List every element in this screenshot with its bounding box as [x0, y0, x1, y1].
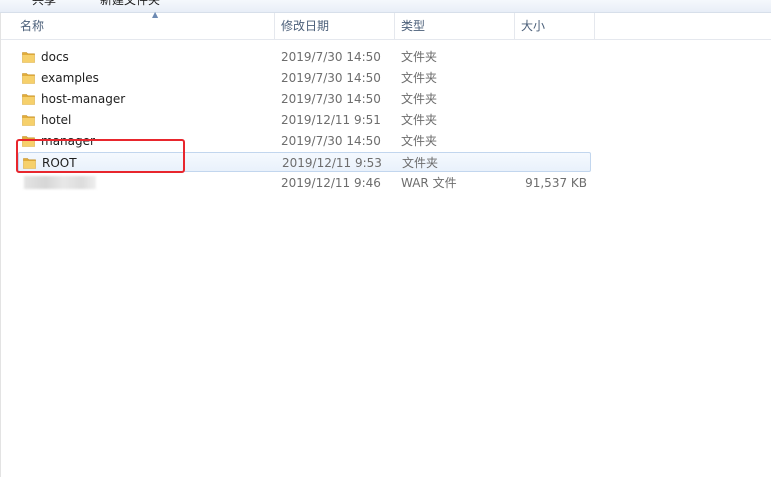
- file-date: 2019/12/11 9:51: [281, 113, 381, 127]
- file-date: 2019/7/30 14:50: [281, 50, 381, 64]
- folder-icon: [22, 115, 35, 126]
- file-name: docs: [41, 50, 69, 64]
- file-row-root[interactable]: ROOT 2019/12/11 9:53 文件夹: [18, 152, 591, 172]
- file-type: 文件夹: [401, 71, 438, 85]
- file-size: 91,537 KB: [525, 176, 587, 190]
- blurred-file-name: [24, 176, 96, 189]
- file-name: host-manager: [41, 92, 126, 106]
- file-date: 2019/7/30 14:50: [281, 134, 381, 148]
- folder-icon: [22, 94, 35, 105]
- file-type: 文件夹: [401, 134, 438, 148]
- file-date: 2019/12/11 9:53: [282, 156, 382, 170]
- folder-icon: [22, 52, 35, 63]
- file-date: 2019/7/30 14:50: [281, 92, 381, 106]
- file-type: 文件夹: [401, 92, 438, 106]
- file-type: 文件夹: [401, 50, 438, 64]
- file-name: manager: [41, 134, 95, 148]
- file-type: 文件夹: [401, 113, 438, 127]
- file-date: 2019/7/30 14:50: [281, 71, 381, 85]
- folder-icon: [23, 158, 36, 169]
- file-type: WAR 文件: [401, 176, 457, 190]
- folder-icon: [22, 136, 35, 147]
- file-type: 文件夹: [402, 156, 439, 170]
- file-row-war[interactable]: 2019/12/11 9:46 WAR 文件 91,537 KB: [18, 173, 591, 193]
- file-date: 2019/12/11 9:46: [281, 176, 381, 190]
- file-name: ROOT: [42, 156, 77, 170]
- file-name: hotel: [41, 113, 72, 127]
- file-row-examples[interactable]: examples 2019/7/30 14:50 文件夹: [18, 68, 591, 88]
- file-row-host-manager[interactable]: host-manager 2019/7/30 14:50 文件夹: [18, 89, 591, 109]
- file-row-docs[interactable]: docs 2019/7/30 14:50 文件夹: [18, 47, 591, 67]
- file-list: docs 2019/7/30 14:50 文件夹 examples 2019/7…: [0, 0, 771, 477]
- folder-icon: [22, 73, 35, 84]
- file-row-hotel[interactable]: hotel 2019/12/11 9:51 文件夹: [18, 110, 591, 130]
- file-name: examples: [41, 71, 99, 85]
- file-row-manager[interactable]: manager 2019/7/30 14:50 文件夹: [18, 131, 591, 151]
